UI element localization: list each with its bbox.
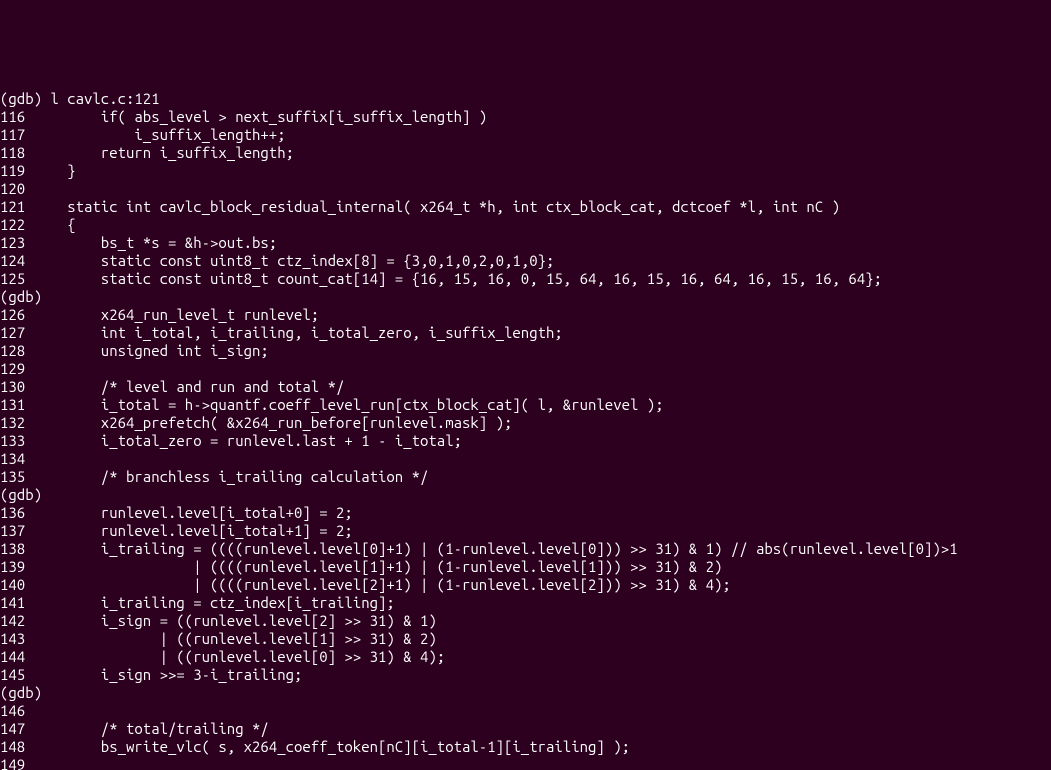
terminal-line: 118 return i_suffix_length; — [0, 144, 1051, 162]
terminal-line: 119 } — [0, 162, 1051, 180]
terminal-line: 148 bs_write_vlc( s, x264_coeff_token[nC… — [0, 738, 1051, 756]
terminal-line: 139 | ((((runlevel.level[1]+1) | (1-runl… — [0, 558, 1051, 576]
terminal-line: 132 x264_prefetch( &x264_run_before[runl… — [0, 414, 1051, 432]
terminal-line: 146 — [0, 702, 1051, 720]
terminal-line: 125 static const uint8_t count_cat[14] =… — [0, 270, 1051, 288]
terminal-line: 123 bs_t *s = &h->out.bs; — [0, 234, 1051, 252]
gdb-terminal[interactable]: (gdb) l cavlc.c:121116 if( abs_level > n… — [0, 90, 1051, 770]
terminal-line: 144 | ((runlevel.level[0] >> 31) & 4); — [0, 648, 1051, 666]
terminal-line: 142 i_sign = ((runlevel.level[2] >> 31) … — [0, 612, 1051, 630]
terminal-line: 128 unsigned int i_sign; — [0, 342, 1051, 360]
terminal-line: (gdb) l cavlc.c:121 — [0, 90, 1051, 108]
terminal-line: 141 i_trailing = ctz_index[i_trailing]; — [0, 594, 1051, 612]
terminal-line: 131 i_total = h->quantf.coeff_level_run[… — [0, 396, 1051, 414]
terminal-line: 127 int i_total, i_trailing, i_total_zer… — [0, 324, 1051, 342]
terminal-line: 126 x264_run_level_t runlevel; — [0, 306, 1051, 324]
terminal-line: 145 i_sign >>= 3-i_trailing; — [0, 666, 1051, 684]
terminal-line: 122 { — [0, 216, 1051, 234]
terminal-line: 135 /* branchless i_trailing calculation… — [0, 468, 1051, 486]
terminal-line: 133 i_total_zero = runlevel.last + 1 - i… — [0, 432, 1051, 450]
terminal-line: 124 static const uint8_t ctz_index[8] = … — [0, 252, 1051, 270]
terminal-line: (gdb) — [0, 684, 1051, 702]
terminal-line: 147 /* total/trailing */ — [0, 720, 1051, 738]
terminal-line: 130 /* level and run and total */ — [0, 378, 1051, 396]
terminal-line: 116 if( abs_level > next_suffix[i_suffix… — [0, 108, 1051, 126]
terminal-line: 137 runlevel.level[i_total+1] = 2; — [0, 522, 1051, 540]
terminal-line: 117 i_suffix_length++; — [0, 126, 1051, 144]
terminal-line: 129 — [0, 360, 1051, 378]
terminal-line: 140 | ((((runlevel.level[2]+1) | (1-runl… — [0, 576, 1051, 594]
terminal-line: (gdb) — [0, 288, 1051, 306]
terminal-line: 121 static int cavlc_block_residual_inte… — [0, 198, 1051, 216]
terminal-line: 136 runlevel.level[i_total+0] = 2; — [0, 504, 1051, 522]
terminal-line: 134 — [0, 450, 1051, 468]
terminal-line: (gdb) — [0, 486, 1051, 504]
terminal-line: 138 i_trailing = ((((runlevel.level[0]+1… — [0, 540, 1051, 558]
terminal-line: 120 — [0, 180, 1051, 198]
terminal-line: 149 — [0, 756, 1051, 770]
terminal-line: 143 | ((runlevel.level[1] >> 31) & 2) — [0, 630, 1051, 648]
